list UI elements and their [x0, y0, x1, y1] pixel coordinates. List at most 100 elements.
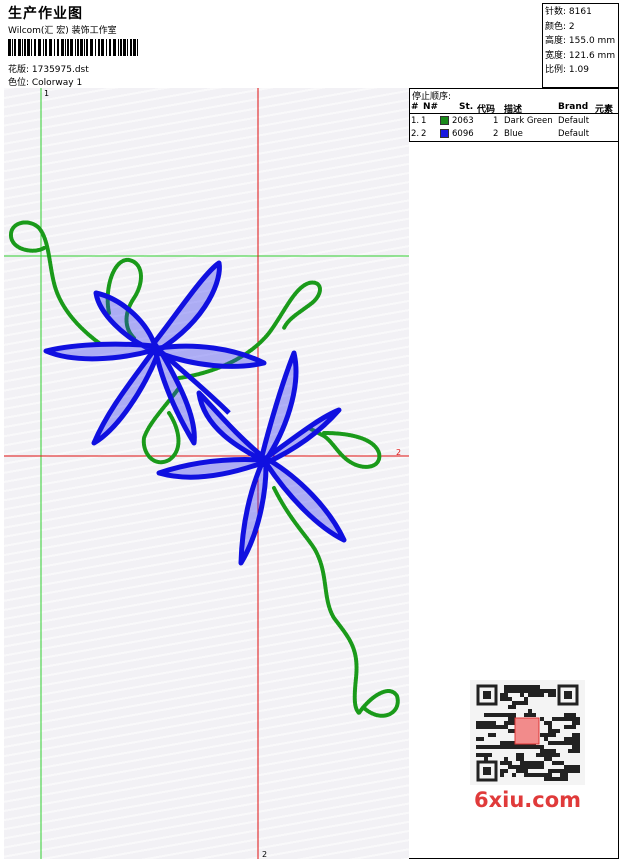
qr-cell [520, 765, 524, 769]
qr-cell [528, 685, 532, 689]
qr-cell [520, 769, 524, 773]
qr-cell [576, 717, 580, 721]
barcode-bar [8, 39, 11, 56]
guide-label-h2: 2 [396, 448, 401, 457]
qr-cell [508, 705, 512, 709]
qr-cell [576, 745, 580, 749]
qr-cell [480, 725, 484, 729]
qr-cell [500, 769, 504, 773]
qr-cell [532, 685, 536, 689]
qr-cell [536, 761, 540, 765]
flower-lower-right [156, 350, 347, 566]
barcode-bar [95, 39, 96, 56]
qr-cell [568, 737, 572, 741]
qr-cell [564, 769, 568, 773]
specs-list: 针数: 8161 颜色: 2 高度: 155.0 mm 宽度: 121.6 mm… [545, 5, 615, 78]
qr-cell [528, 745, 532, 749]
barcode-bar [38, 39, 41, 56]
spec-height: 高度: 155.0 mm [545, 36, 616, 47]
barcode-bar [90, 39, 93, 56]
qr-cell [528, 693, 532, 697]
blue-flowers [43, 260, 347, 566]
qr-cell [540, 773, 544, 777]
qr-cell [520, 745, 524, 749]
col-header-stitches: St. [459, 102, 474, 112]
qr-cell [552, 749, 556, 753]
design-file-label: 花版: 1735975.dst [8, 65, 89, 75]
qr-cell [552, 761, 556, 765]
qr-cell [492, 733, 496, 737]
qr-cell [552, 729, 556, 733]
qr-cell [548, 729, 552, 733]
qr-cell [540, 717, 544, 721]
qr-cell [516, 685, 520, 689]
row-index: 1. [411, 116, 420, 126]
qr-cell [544, 773, 548, 777]
qr-cell [548, 693, 552, 697]
qr-cell [528, 709, 532, 713]
qr-cell [524, 769, 528, 773]
header-divider [410, 113, 618, 114]
barcode-bar [57, 39, 59, 56]
qr-cell [516, 769, 520, 773]
qr-cell [512, 689, 516, 693]
qr-cell [564, 741, 568, 745]
qr-cell [508, 745, 512, 749]
qr-cell [504, 725, 508, 729]
qr-cell [544, 753, 548, 757]
qr-cell [508, 713, 512, 717]
qr-cell [576, 769, 580, 773]
barcode-bar [130, 39, 132, 56]
qr-cell [496, 725, 500, 729]
qr-cell [532, 713, 536, 717]
qr-cell [484, 745, 488, 749]
qr-cell [556, 769, 560, 773]
qr-cell [552, 753, 556, 757]
barcode-bar [54, 39, 55, 56]
qr-cell [568, 765, 572, 769]
qr-cell [520, 693, 524, 697]
barcode-bar [98, 39, 100, 56]
qr-cell [536, 745, 540, 749]
barcode-bar [109, 39, 111, 56]
barcode-bar [133, 39, 136, 56]
company-name: Wilcom(汇 宏) 装饰工作室 [8, 26, 117, 36]
row-desc: Dark Green [504, 116, 553, 126]
qr-cell [556, 729, 560, 733]
qr-cell [572, 721, 576, 725]
qr-cell [480, 721, 484, 725]
qr-cell [508, 729, 512, 733]
qr-cell [484, 721, 488, 725]
qr-cell [540, 765, 544, 769]
qr-cell [524, 761, 528, 765]
qr-cell [504, 761, 508, 765]
qr-cell [548, 749, 552, 753]
qr-cell [548, 769, 552, 773]
qr-cell [540, 749, 544, 753]
qr-cell [524, 765, 528, 769]
qr-cell [548, 733, 552, 737]
col-header-hash: # [411, 102, 419, 112]
qr-cell [532, 745, 536, 749]
qr-cell [488, 733, 492, 737]
guide-label-v1: 1 [44, 89, 49, 98]
qr-cell [576, 741, 580, 745]
qr-cell [524, 701, 528, 705]
barcode-bar [120, 39, 122, 56]
qr-cell [528, 713, 532, 717]
qr-cell [516, 745, 520, 749]
qr-cell [536, 765, 540, 769]
qr-cell [512, 745, 516, 749]
qr-cell [484, 725, 488, 729]
qr-code [470, 680, 585, 785]
qr-cell [520, 685, 524, 689]
qr-cell [484, 753, 488, 757]
qr-cell [476, 753, 480, 757]
qr-cell [524, 685, 528, 689]
qr-cell [548, 773, 552, 777]
row-code: 2 [493, 129, 499, 139]
barcode [8, 39, 138, 56]
qr-cell [544, 721, 548, 725]
qr-cell [560, 777, 564, 781]
qr-cell [504, 689, 508, 693]
